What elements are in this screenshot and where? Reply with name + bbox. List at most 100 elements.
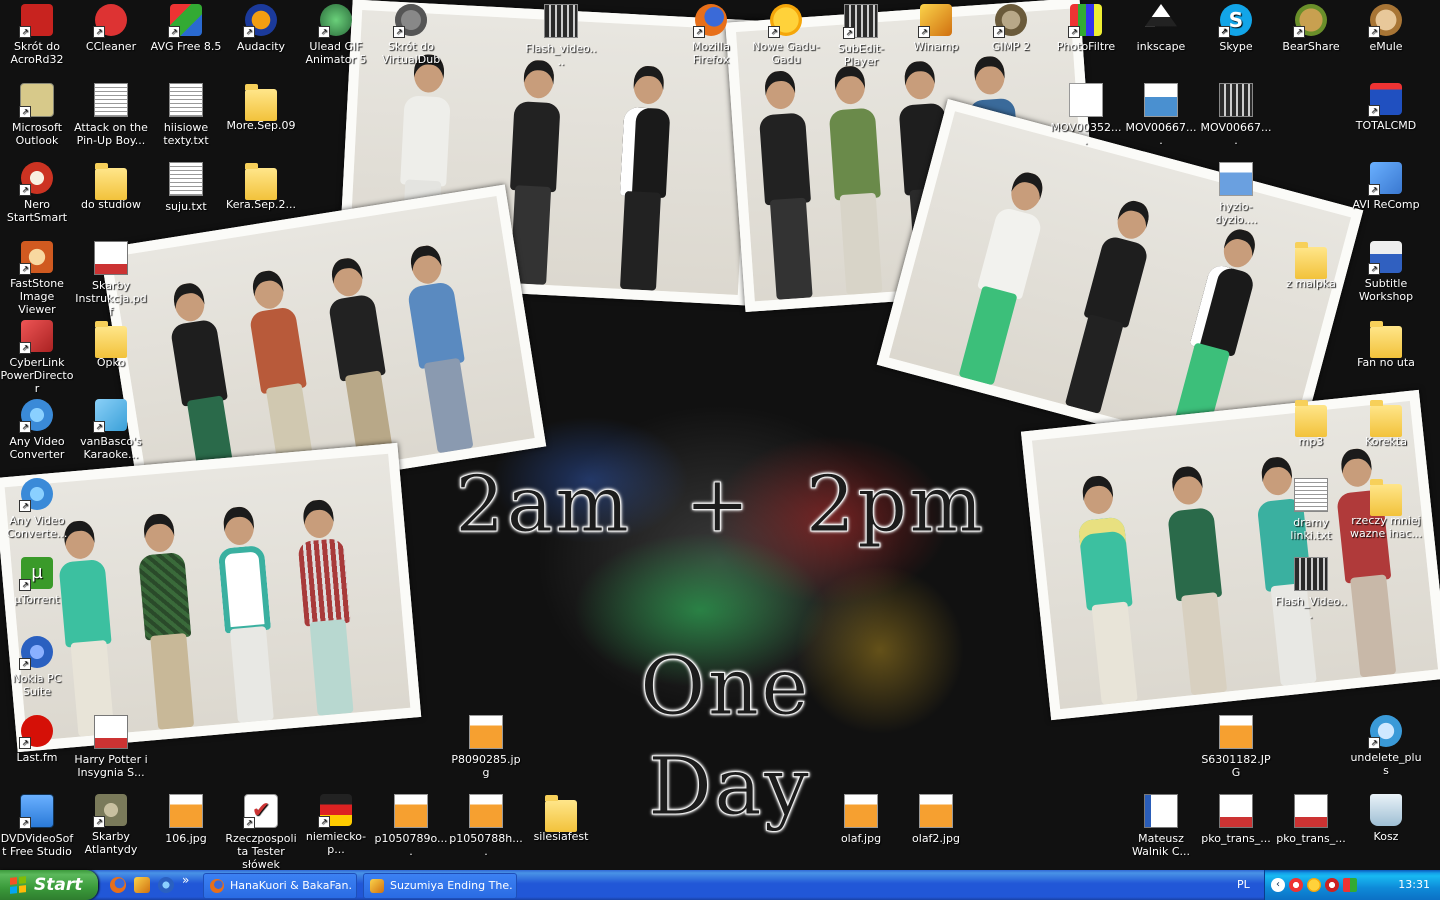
icon-label: Harry Potter i Insygnia S...	[74, 753, 148, 779]
desktop-icon-dostudiow[interactable]: do studiow	[74, 162, 148, 211]
desktop-icon-nero[interactable]: ↗ Nero StartSmart	[0, 162, 74, 224]
desktop-icon-olaf2[interactable]: olaf2.jpg	[899, 794, 973, 845]
icon-label: Skrót do VirtualDub	[381, 40, 441, 66]
tray-expand-icon[interactable]: ‹	[1271, 878, 1285, 892]
desktop-icon-avg[interactable]: ↗ AVG Free 8.5	[149, 4, 223, 53]
folder-icon	[245, 84, 277, 121]
desktop-icon-mp3[interactable]: mp3	[1274, 399, 1348, 448]
desktop-icon-kerasep[interactable]: Kera.Sep.2...	[224, 162, 298, 211]
desktop-icon-photofiltre[interactable]: ↗ PhotoFiltre	[1049, 4, 1123, 53]
desktop-icon-totalcmd[interactable]: ↗ TOTALCMD	[1349, 83, 1423, 132]
desktop-icon-flashvideo2[interactable]: Flash_Video...	[1274, 557, 1348, 621]
clock[interactable]: 13:31	[1398, 870, 1430, 900]
desktop-icon-ccleaner[interactable]: ↗ CCleaner	[74, 4, 148, 53]
desktop-icon-gadugadu[interactable]: ↗ Nowe Gadu-Gadu	[749, 4, 823, 66]
icon-label: niemiecko-p...	[305, 830, 367, 856]
desktop-icon-winamp[interactable]: ↗ Winamp	[899, 4, 973, 53]
taskbar-button-subedit[interactable]: Suzumiya Ending The...	[363, 873, 517, 899]
icon-label: P8090285.jpg	[451, 753, 521, 779]
desktop-icon-gimp[interactable]: ↗ GIMP 2	[974, 4, 1048, 53]
internet-explorer-icon[interactable]	[158, 877, 174, 893]
firefox-icon[interactable]	[110, 877, 126, 893]
desktop-icon-acrord32[interactable]: ↗ Skrót do AcroRd32	[0, 4, 74, 66]
desktop-icon-pkotrans2[interactable]: pko_trans_...	[1274, 794, 1348, 845]
desktop[interactable]: 2am + 2pm One Day ↗ Skrót do AcroRd32 ↗ …	[0, 0, 1440, 870]
desktop-icon-suju[interactable]: suju.txt	[149, 162, 223, 213]
desktop-icon-lastfm[interactable]: ↗ Last.fm	[0, 715, 74, 764]
start-label: Start	[34, 875, 83, 895]
desktop-icon-olaf[interactable]: olaf.jpg	[824, 794, 898, 845]
image-file-icon	[169, 794, 203, 828]
desktop-icon-hyzio[interactable]: hyzio-dyzio....	[1199, 162, 1273, 226]
desktop-icon-p1050788[interactable]: p1050788h....	[449, 794, 523, 858]
desktop-icon-opko[interactable]: Opko	[74, 320, 148, 369]
desktop-icon-firefox[interactable]: ↗ Mozilla Firefox	[674, 4, 748, 66]
video-icon	[1294, 557, 1328, 591]
desktop-icon-harrypotter[interactable]: Harry Potter i Insygnia S...	[74, 715, 148, 779]
desktop-icon-virtualdub[interactable]: ↗ Skrót do VirtualDub	[374, 4, 448, 66]
desktop-icon-hiisiowe[interactable]: hiisiowe texty.txt	[149, 83, 223, 147]
start-button[interactable]: Start	[0, 870, 98, 900]
desktop-icon-skarbypdf[interactable]: Skarby Instrukcja.pdf	[74, 241, 148, 318]
desktop-icon-mov3[interactable]: MOV00667....	[1199, 83, 1273, 147]
desktop-icon-mov1[interactable]: MOV00352....	[1049, 83, 1123, 147]
desktop-icon-korekta[interactable]: Korekta	[1349, 399, 1423, 448]
desktop-icon-subedit[interactable]: ↗ SubEdit-Player	[824, 4, 898, 68]
desktop-icon-flashvideo1[interactable]: Flash_video....	[524, 4, 598, 68]
icon-label: Kosz	[1373, 830, 1399, 843]
desktop-icon-106jpg[interactable]: 106.jpg	[149, 794, 223, 845]
desktop-icon-kosz[interactable]: Kosz	[1349, 794, 1423, 843]
desktop-icon-skarbyatl[interactable]: ↗ Skarby Atlantydy	[74, 794, 148, 856]
desktop-icon-subtitlews[interactable]: ↗ Subtitle Workshop	[1349, 241, 1423, 303]
desktop-icon-audacity[interactable]: ↗ Audacity	[224, 4, 298, 53]
language-indicator[interactable]: PL	[1237, 870, 1250, 900]
desktop-icon-undelete[interactable]: ↗ undelete_plus	[1349, 715, 1423, 777]
utorrent-icon: µ ↗	[19, 557, 53, 591]
tray-photofiltre-icon[interactable]	[1343, 878, 1357, 892]
desktop-icon-emule[interactable]: ↗ eMule	[1349, 4, 1423, 53]
desktop-icon-anyvideo1[interactable]: ↗ Any Video Converter	[0, 399, 74, 461]
desktop-icon-s6301182[interactable]: S6301182.JPG	[1199, 715, 1273, 779]
desktop-icon-rzeczpospolita[interactable]: ✔ ↗ Rzeczpospolita Tester słówek	[224, 794, 298, 870]
desktop-icon-p8090285[interactable]: P8090285.jpg	[449, 715, 523, 779]
desktop-icon-dramylinki[interactable]: dramy linki.txt	[1274, 478, 1348, 542]
desktop-icon-mateusz[interactable]: Mateusz Walnik C...	[1124, 794, 1198, 858]
desktop-icon-utorrent[interactable]: µ ↗ µTorrent	[0, 557, 74, 606]
desktop-icon-moresep[interactable]: More.Sep.09	[224, 83, 298, 132]
desktop-icon-cyberlink[interactable]: ↗ CyberLink PowerDirector	[0, 320, 74, 395]
taskbar-button-firefox[interactable]: HanaKuori & BakaFan...	[203, 873, 357, 899]
desktop-icon-inkscape[interactable]: ↗ inkscape	[1124, 4, 1198, 53]
desktop-icon-mov2[interactable]: MOV00667....	[1124, 83, 1198, 147]
desktop-icon-bearshare[interactable]: ↗ BearShare	[1274, 4, 1348, 53]
icon-label: Attack on the Pin-Up Boy...	[74, 121, 148, 147]
text-file-icon	[169, 162, 203, 196]
quick-launch-more[interactable]: »	[182, 873, 189, 887]
desktop-icon-niemiecko[interactable]: ↗ niemiecko-p...	[299, 794, 373, 856]
desktop-icon-vanbasco[interactable]: ↗ vanBasco's Karaoke...	[74, 399, 148, 461]
nero-icon: ↗	[19, 162, 53, 196]
desktop-icon-silesiafest[interactable]: silesiafest	[524, 794, 598, 843]
desktop-icon-outlook[interactable]: ↗ Microsoft Outlook	[0, 83, 74, 147]
tray-network-icon[interactable]	[1289, 878, 1303, 892]
desktop-icon-nokia[interactable]: ↗ Nokia PC Suite	[0, 636, 74, 698]
icon-label: FastStone Image Viewer	[10, 277, 64, 316]
subedit-icon	[370, 879, 384, 893]
desktop-icon-rzeczy[interactable]: rzeczy mniej wazne inac...	[1349, 478, 1423, 540]
desktop-icon-skype[interactable]: S ↗ Skype	[1199, 4, 1273, 53]
tray-gadugadu-icon[interactable]	[1307, 878, 1321, 892]
video-file-icon	[1219, 83, 1253, 117]
desktop-icon-ulead[interactable]: ↗ Ulead GIF Animator 5	[299, 4, 373, 66]
desktop-icon-attackpinup[interactable]: Attack on the Pin-Up Boy...	[74, 83, 148, 147]
desktop-icon-fannouta[interactable]: Fan no uta	[1349, 320, 1423, 369]
desktop-icon-pkotrans1[interactable]: pko_trans_...	[1199, 794, 1273, 845]
desktop-icon-p1050789[interactable]: p1050789o....	[374, 794, 448, 858]
desktop-icon-dvdvideosoft[interactable]: ↗ DVDVideoSoft Free Studio	[0, 794, 74, 858]
winamp-icon[interactable]	[134, 877, 150, 893]
desktop-icon-avirecomp[interactable]: ↗ AVI ReComp	[1349, 162, 1423, 211]
icon-label: 106.jpg	[165, 832, 207, 845]
desktop-icon-faststone[interactable]: ↗ FastStone Image Viewer	[0, 241, 74, 316]
tray-antivirus-icon[interactable]	[1325, 878, 1339, 892]
desktop-icon-zmalpka[interactable]: z malpka	[1274, 241, 1348, 290]
desktop-icon-anyvideo2[interactable]: ↗ Any Video Converte...	[0, 478, 74, 540]
image-file-icon	[469, 715, 503, 749]
